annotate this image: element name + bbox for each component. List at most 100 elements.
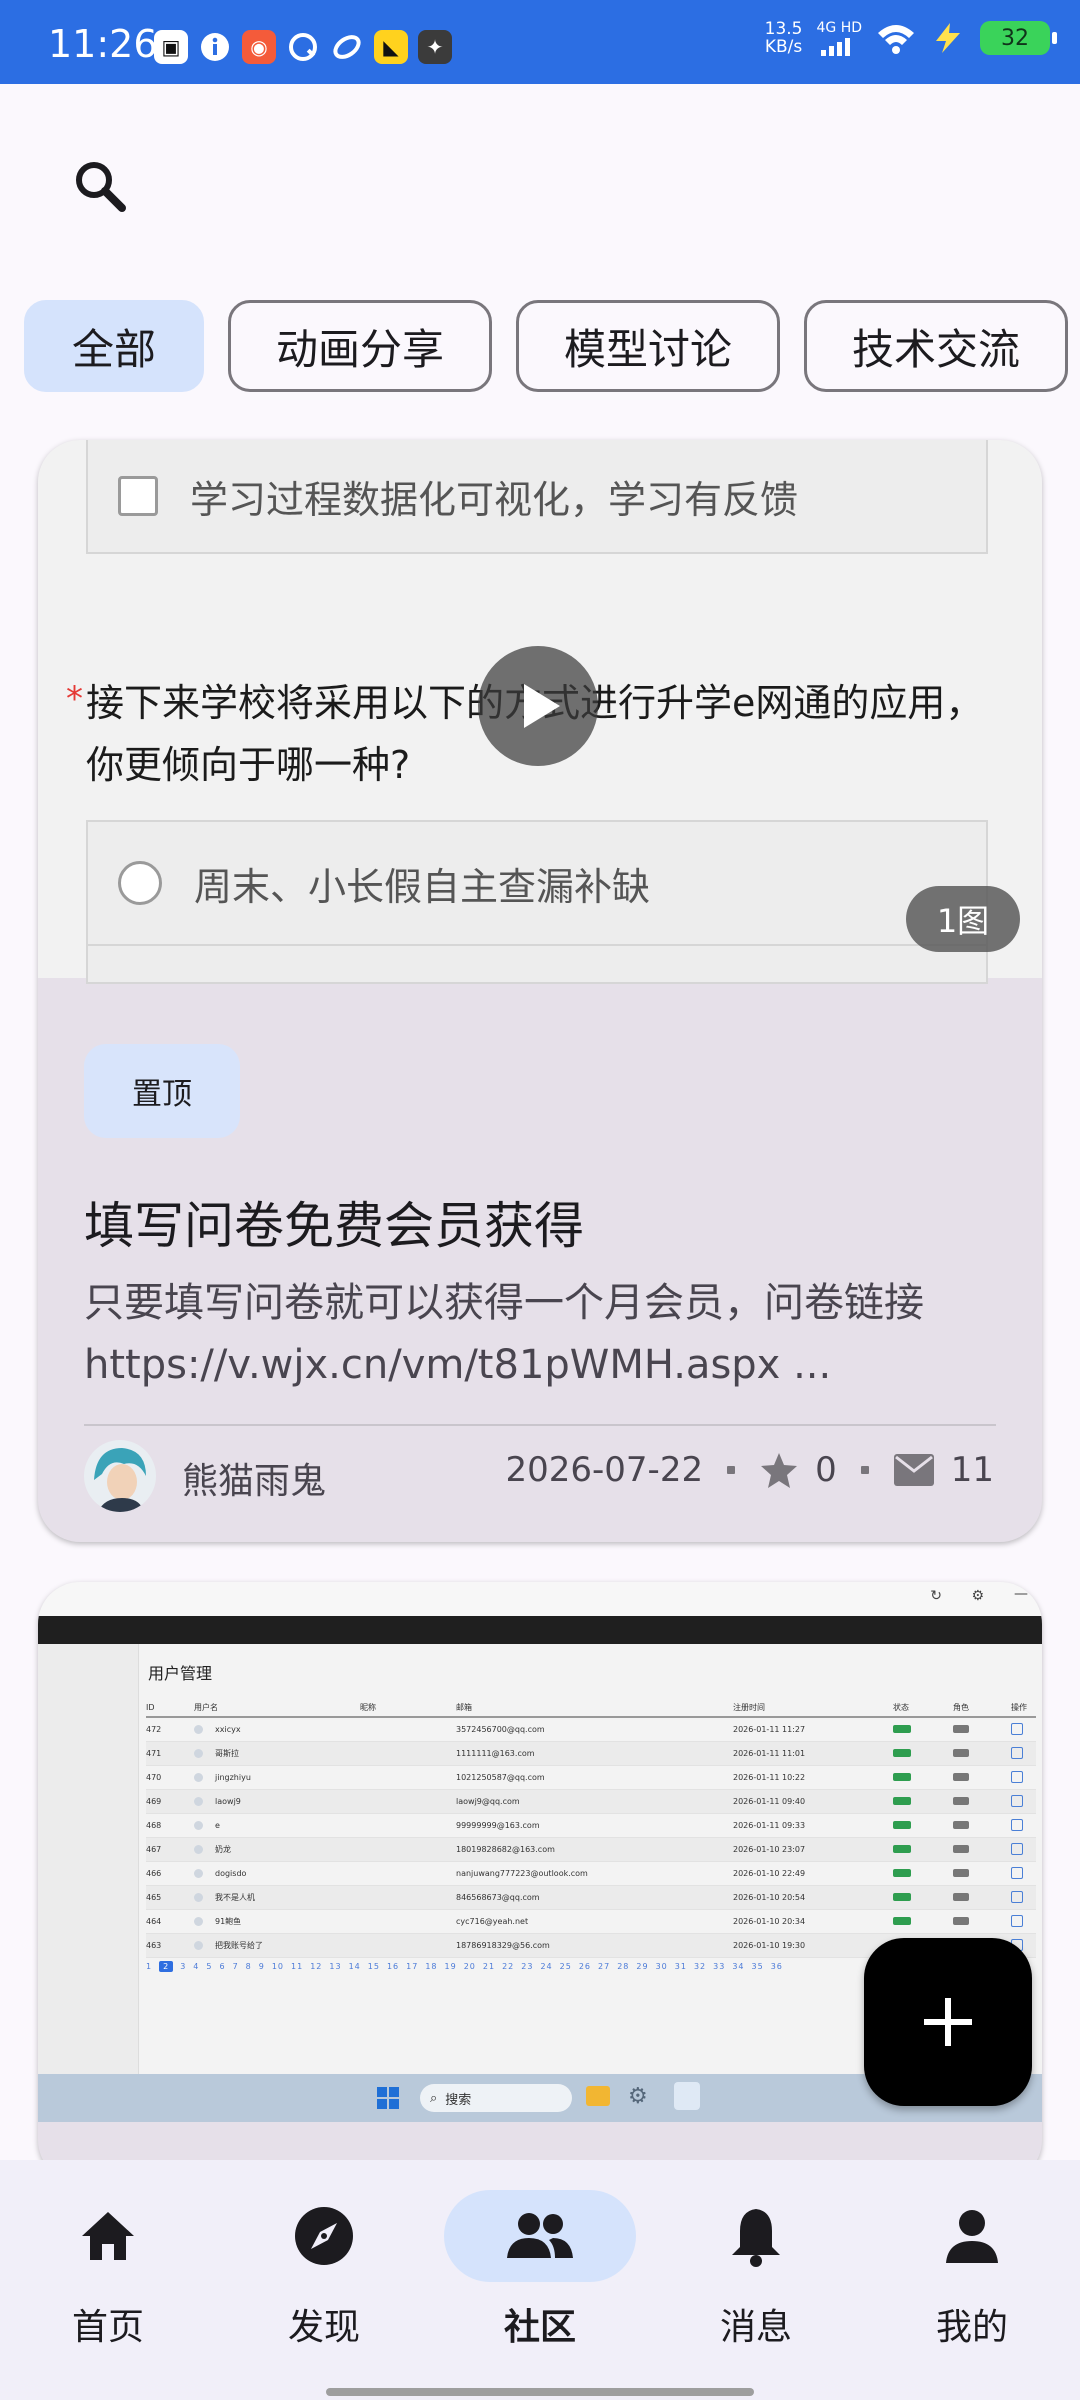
window-titlebar: ↻ ⚙ —	[38, 1582, 1042, 1616]
page-number: 6	[219, 1962, 226, 1971]
page-number: 29	[636, 1962, 649, 1971]
minimize-icon: —	[1014, 1586, 1028, 1602]
edit-icon	[1011, 1770, 1023, 1783]
avatar	[194, 1749, 203, 1758]
edit-icon	[1011, 1866, 1023, 1879]
table-cell: 2026-01-10 20:34	[733, 1917, 806, 1926]
table-cell: 466	[146, 1869, 162, 1878]
tab-animation-share[interactable]: 动画分享	[228, 300, 492, 392]
table-row: 472 xxicyx 3572456700@qq.com 2026-01-11 11:…	[146, 1718, 1036, 1742]
page-number: 36	[770, 1962, 783, 1971]
app-icon-red: ◉	[242, 30, 276, 64]
search-button[interactable]	[60, 146, 140, 226]
play-icon	[524, 684, 560, 728]
page-number: 14	[348, 1962, 361, 1971]
windows-icon	[377, 2087, 399, 2109]
table-cell: 468	[146, 1821, 162, 1830]
page-number: 31	[674, 1962, 687, 1971]
table-row: 464 91鲍鱼 cyc716@yeah.net 2026-01-10 20:34	[146, 1910, 1036, 1934]
mail-icon[interactable]	[893, 1453, 935, 1487]
page-number: 32	[693, 1962, 707, 1971]
taskbar-search: ⌕ 搜索	[420, 2084, 572, 2112]
table-header: ID 用户名 昵称 邮箱 注册时间 状态 角色 操作	[146, 1698, 1036, 1718]
table-cell: 99999999@163.com	[456, 1821, 540, 1830]
table-cell: 3572456700@qq.com	[456, 1725, 545, 1734]
home-icon	[82, 2212, 134, 2260]
status-badge	[893, 1772, 911, 1781]
page-number: 1	[146, 1962, 153, 1971]
edit-icon	[1011, 1746, 1023, 1759]
app-sidebar	[38, 1644, 139, 2074]
star-icon[interactable]	[759, 1450, 799, 1490]
nav-profile[interactable]: 我的	[864, 2190, 1080, 2350]
role-badge	[953, 1868, 969, 1877]
app-header-bar	[38, 1616, 1042, 1644]
avatar[interactable]	[84, 1440, 156, 1512]
gear-icon: ⚙	[628, 2084, 648, 2109]
comment-count: 11	[950, 1450, 994, 1490]
edit-icon	[1011, 1722, 1023, 1735]
community-icon	[507, 2213, 573, 2258]
status-bar: 11:26 ▣ ◉ ◣ ✦ 13.5 KB/s 4G HD 32	[0, 0, 1080, 84]
edit-icon	[1011, 1818, 1023, 1831]
cell-username: xxicyx	[215, 1725, 241, 1734]
table-row: 465 我不是人机 846568673@qq.com 2026-01-10 20:54	[146, 1886, 1036, 1910]
cell-username: 我不是人机	[215, 1893, 255, 1902]
role-badge	[953, 1796, 969, 1805]
role-badge	[953, 1748, 969, 1757]
tab-all[interactable]: 全部	[24, 300, 204, 392]
page-number: 28	[617, 1962, 630, 1971]
play-button[interactable]	[478, 646, 598, 766]
table-cell: 2026-01-10 22:49	[733, 1869, 806, 1878]
tab-tech-exchange[interactable]: 技术交流	[804, 300, 1068, 392]
net-speed: 13.5 KB/s	[764, 19, 803, 57]
author-name[interactable]: 熊猫雨鬼	[182, 1452, 326, 1504]
table-cell: 469	[146, 1797, 162, 1806]
tab-model-discussion[interactable]: 模型讨论	[516, 300, 780, 392]
app-icon-yellow: ◣	[374, 30, 408, 64]
survey-option-partial	[86, 944, 988, 984]
qq-icon	[286, 30, 320, 64]
cell-username: 91鲍鱼	[215, 1917, 242, 1926]
table-cell: 2026-01-11 09:40	[733, 1797, 806, 1806]
avatar	[194, 1797, 203, 1806]
role-badge	[953, 1820, 969, 1829]
table-cell: 463	[146, 1941, 162, 1950]
post-meta: 2026-07-22 0 11	[506, 1450, 995, 1490]
nav-icon-container	[12, 2190, 204, 2282]
avatar	[194, 1773, 203, 1782]
table-cell: 2026-01-11 10:22	[733, 1773, 806, 1782]
nav-icon-container	[660, 2190, 852, 2282]
nav-discover[interactable]: 发现	[216, 2190, 432, 2350]
nav-community[interactable]: 社区	[432, 2190, 648, 2350]
avatar	[194, 1893, 203, 1902]
user-table: ID 用户名 昵称 邮箱 注册时间 状态 角色 操作 472 xxicyx 3572…	[146, 1698, 1036, 1958]
table-cell: cyc716@yeah.net	[456, 1917, 529, 1926]
nav-messages[interactable]: 消息	[648, 2190, 864, 2350]
notification-icons: ▣ ◉ ◣ ✦	[154, 30, 452, 64]
edit-icon	[1011, 1842, 1023, 1855]
cell-username: dogisdo	[215, 1869, 247, 1878]
post-media[interactable]: 学习过程数据化可视化，学习有反馈 * 接下来学校将采用以下的方式进行升学e网通的…	[38, 440, 1042, 984]
separator-dot	[860, 1466, 869, 1474]
avatar	[194, 1941, 203, 1950]
page-number: 23	[521, 1962, 534, 1971]
page-number: 33	[713, 1962, 726, 1971]
avatar	[194, 1869, 203, 1878]
page-number: 17	[406, 1962, 419, 1971]
table-cell: 2026-01-11 11:01	[733, 1749, 806, 1758]
avatar	[194, 1917, 203, 1926]
edit-icon	[1011, 1890, 1023, 1903]
table-row: 466 dogisdo nanjuwang777223@outlook.com 202…	[146, 1862, 1036, 1886]
table-row: 469 laowj9 laowj9@qq.com 2026-01-11 09:40	[146, 1790, 1036, 1814]
page-number: 19	[444, 1962, 457, 1971]
role-badge	[953, 1892, 969, 1901]
post-card[interactable]: 学习过程数据化可视化，学习有反馈 * 接下来学校将采用以下的方式进行升学e网通的…	[38, 440, 1042, 1542]
page-number: 26	[578, 1962, 592, 1971]
page-number: 24	[540, 1962, 553, 1971]
new-post-button[interactable]	[864, 1938, 1032, 2106]
table-row: 471 哥斯拉 1111111@163.com 2026-01-11 11:01	[146, 1742, 1036, 1766]
nav-home[interactable]: 首页	[0, 2190, 216, 2350]
checkbox-icon	[118, 476, 158, 516]
table-row: 468 e 99999999@163.com 2026-01-11 09:33	[146, 1814, 1036, 1838]
